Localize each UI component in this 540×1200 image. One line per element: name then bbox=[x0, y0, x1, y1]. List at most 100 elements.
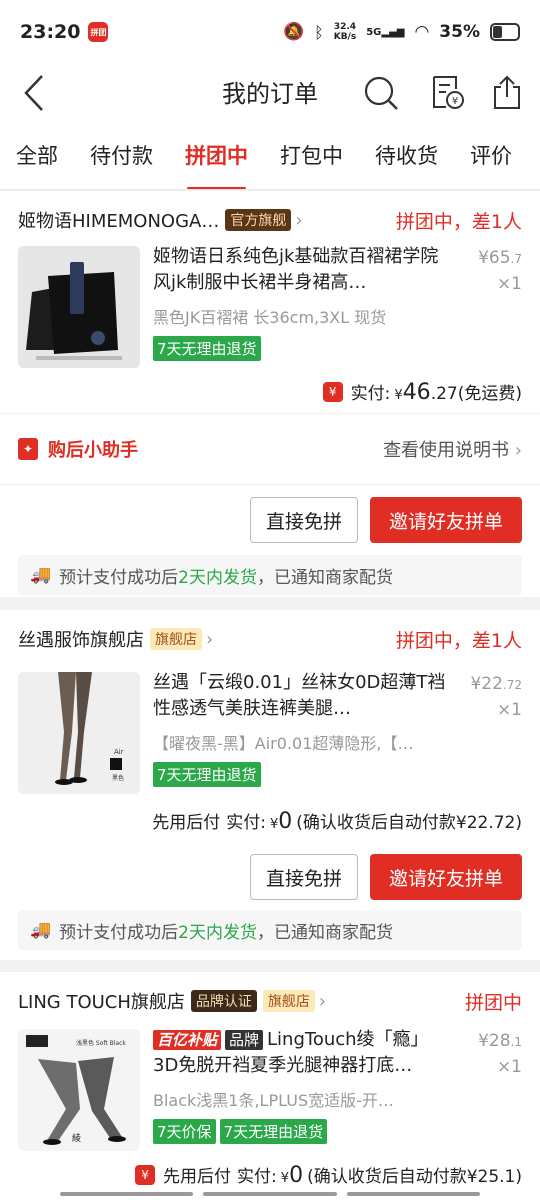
product-sku: 黑色JK百褶裙 长36cm,3XL 现货 bbox=[153, 308, 387, 327]
return-policy-tag: 7天无理由退货 bbox=[153, 762, 261, 787]
shop-name[interactable]: 丝遇服饰旗舰店 bbox=[18, 626, 144, 652]
flagship-badge: 旗舰店 bbox=[262, 990, 315, 1012]
payment-row: ¥ 先用后付 实付: ¥ 0 (确认收货后自动付款¥25.1) bbox=[135, 1162, 522, 1188]
tab-all[interactable]: 全部 bbox=[0, 122, 74, 189]
tab-review[interactable]: 评价 bbox=[454, 122, 528, 189]
chevron-right-icon: › bbox=[295, 209, 303, 231]
product-image[interactable] bbox=[18, 246, 140, 368]
shop-name[interactable]: 姬物语HIMEMONOGA… bbox=[18, 207, 219, 233]
invoice-icon: ¥ bbox=[433, 76, 464, 109]
truck-icon: 🚚 bbox=[30, 920, 52, 940]
tab-pending-payment[interactable]: 待付款 bbox=[74, 122, 169, 189]
payment-icon: ¥ bbox=[322, 382, 343, 402]
chevron-right-icon: › bbox=[206, 628, 214, 650]
shop-row[interactable]: LING TOUCH旗舰店 品牌认证 旗舰店 › 拼团中 bbox=[18, 986, 522, 1016]
return-policy-tag: 7天无理由退货 bbox=[153, 336, 261, 361]
truck-icon: 🚚 bbox=[30, 565, 52, 585]
product-item[interactable]: 姬物语日系纯色jk基础款百褶裙学院风jk制服中长裙半身裙高… 黑色JK百褶裙 长… bbox=[18, 246, 522, 371]
shipping-note: (免运费) bbox=[457, 384, 522, 404]
helper-manual-link[interactable]: 查看使用说明书 › bbox=[383, 436, 522, 462]
product-title[interactable]: 丝遇「云缎0.01」丝袜女0D超薄T裆性感透气美肤连裤美腿… bbox=[153, 670, 453, 722]
gesture-bar bbox=[60, 1192, 480, 1196]
product-item[interactable]: Air 黑色 丝遇「云缎0.01」丝袜女0D超薄T裆性感透气美肤连裤美腿… 【曜… bbox=[18, 672, 522, 797]
group-status: 拼团中 bbox=[464, 991, 522, 1014]
direct-free-group-button[interactable]: 直接免拼 bbox=[250, 854, 358, 900]
search-button[interactable] bbox=[358, 70, 404, 116]
invite-friends-button[interactable]: 邀请好友拼单 bbox=[370, 854, 522, 900]
invoice-button[interactable]: ¥ bbox=[424, 70, 470, 116]
product-quantity: ×1 bbox=[496, 700, 522, 720]
chevron-right-icon: › bbox=[514, 440, 522, 461]
battery-percent: 35% bbox=[439, 22, 480, 42]
product-quantity: ×1 bbox=[496, 1057, 522, 1077]
pay-later-label: 先用后付 bbox=[163, 1167, 232, 1187]
paid-amount: 0 bbox=[289, 1163, 304, 1188]
brand-certified-badge: 品牌认证 bbox=[190, 990, 257, 1012]
product-item[interactable]: 浅黑色 Soft Black 綾 百亿补贴 品牌 LingTouch绫「瘾」3D免脱… bbox=[18, 1029, 522, 1154]
product-sku: 【曜夜黑-黑】Air0.01超薄隐形,【… bbox=[153, 734, 414, 753]
share-icon bbox=[494, 75, 520, 109]
paid-amount: 0 bbox=[278, 809, 293, 834]
bluetooth-icon: ᛒ bbox=[314, 22, 324, 42]
chevron-right-icon: › bbox=[318, 990, 327, 1012]
svg-text:浅黑色 Soft Black: 浅黑色 Soft Black bbox=[76, 1039, 126, 1047]
paid-amount: 46 bbox=[402, 380, 431, 405]
group-status: 拼团中，差1人 bbox=[395, 210, 522, 233]
order-card[interactable]: 丝遇服饰旗舰店 旗舰店 › 拼团中，差1人 Air 黑色 丝遇「云缎0.01」丝… bbox=[0, 610, 540, 960]
title-bar: 我的订单 ¥ bbox=[0, 64, 540, 122]
product-title[interactable]: 百亿补贴 品牌 LingTouch绫「瘾」3D免脱开裆夏季光腿神器打底… bbox=[153, 1027, 453, 1079]
wifi-icon: ◠ bbox=[414, 22, 430, 42]
direct-free-group-button[interactable]: 直接免拼 bbox=[250, 497, 358, 543]
svg-text:黑色: 黑色 bbox=[112, 774, 124, 782]
product-quantity: ×1 bbox=[496, 274, 522, 294]
clock: 23:20 bbox=[20, 21, 81, 43]
shipping-notice: 🚚 预计支付成功后 2天内发货 ，已通知商家配货 bbox=[18, 555, 522, 595]
order-tabs: 全部 待付款 拼团中 打包中 待收货 评价 bbox=[0, 122, 540, 190]
invite-friends-button[interactable]: 邀请好友拼单 bbox=[370, 497, 522, 543]
product-image[interactable]: Air 黑色 bbox=[18, 672, 140, 794]
payment-row: ¥ 实付: ¥ 46.27 (免运费) bbox=[322, 379, 522, 405]
signal-icon: 5G▂▄▆ bbox=[366, 26, 405, 38]
return-policy-tag: 7天无理由退货 bbox=[219, 1119, 328, 1144]
order-card[interactable]: 姬物语HIMEMONOGA… 官方旗舰 › 拼团中，差1人 姬物语日系纯色jk基… bbox=[0, 191, 540, 413]
product-price: ¥28.1 bbox=[478, 1031, 522, 1051]
search-icon bbox=[364, 76, 398, 110]
tab-group-buying[interactable]: 拼团中 bbox=[169, 122, 264, 189]
app-badge-icon: 拼团 bbox=[88, 22, 109, 42]
helper-label: 购后小助手 bbox=[48, 440, 138, 461]
shop-row[interactable]: 丝遇服饰旗舰店 旗舰店 › 拼团中，差1人 bbox=[18, 624, 522, 654]
flagship-badge: 旗舰店 bbox=[150, 628, 202, 650]
order-actions: 直接免拼 邀请好友拼单 🚚 预计支付成功后 2天内发货 ，已通知商家配货 bbox=[0, 485, 540, 597]
share-button[interactable] bbox=[484, 70, 530, 116]
price-protection-tag: 7天价保 bbox=[153, 1119, 216, 1144]
shop-row[interactable]: 姬物语HIMEMONOGA… 官方旗舰 › 拼团中，差1人 bbox=[18, 205, 522, 235]
tab-to-receive[interactable]: 待收货 bbox=[359, 122, 454, 189]
product-title[interactable]: 姬物语日系纯色jk基础款百褶裙学院风jk制服中长裙半身裙高… bbox=[153, 244, 453, 296]
net-speed: 32.4 KB/s bbox=[333, 22, 357, 42]
pay-later-label: 先用后付 bbox=[152, 813, 221, 833]
payment-row: 先用后付 实付: ¥ 0 (确认收货后自动付款¥22.72) bbox=[152, 809, 522, 834]
mute-icon: 🔕 bbox=[282, 22, 305, 42]
order-card[interactable]: LING TOUCH旗舰店 品牌认证 旗舰店 › 拼团中 浅黑色 Soft Bl… bbox=[0, 972, 540, 1200]
official-store-badge: 官方旗舰 bbox=[225, 209, 292, 231]
shipping-notice: 🚚 预计支付成功后 2天内发货 ，已通知商家配货 bbox=[18, 910, 522, 950]
product-sku: Black浅黑1条,LPLUS宽适版-开… bbox=[153, 1091, 394, 1110]
status-bar: 23:20 拼团 🔕 ᛒ 32.4 KB/s 5G▂▄▆ ◠ 35% bbox=[0, 0, 540, 64]
auto-pay-note: (确认收货后自动付款¥25.1) bbox=[307, 1167, 522, 1187]
post-purchase-helper[interactable]: ✦ 购后小助手 查看使用说明书 › bbox=[0, 413, 540, 485]
svg-text:綾: 綾 bbox=[72, 1132, 81, 1144]
svg-text:¥: ¥ bbox=[452, 96, 458, 107]
auto-pay-note: (确认收货后自动付款¥22.72) bbox=[296, 813, 522, 833]
product-price: ¥65.7 bbox=[478, 248, 522, 268]
payment-icon: ¥ bbox=[135, 1165, 156, 1185]
product-price: ¥22.72 bbox=[470, 674, 522, 694]
battery-icon bbox=[490, 23, 520, 41]
brand-badge: 品牌 bbox=[225, 1030, 264, 1050]
tab-packing[interactable]: 打包中 bbox=[264, 122, 359, 189]
shop-name[interactable]: LING TOUCH旗舰店 bbox=[18, 988, 185, 1014]
subsidy-badge: 百亿补贴 bbox=[153, 1030, 222, 1050]
product-image[interactable]: 浅黑色 Soft Black 綾 bbox=[18, 1029, 140, 1151]
group-status: 拼团中，差1人 bbox=[395, 629, 522, 652]
helper-icon: ✦ bbox=[18, 438, 38, 460]
svg-text:Air: Air bbox=[114, 748, 124, 756]
